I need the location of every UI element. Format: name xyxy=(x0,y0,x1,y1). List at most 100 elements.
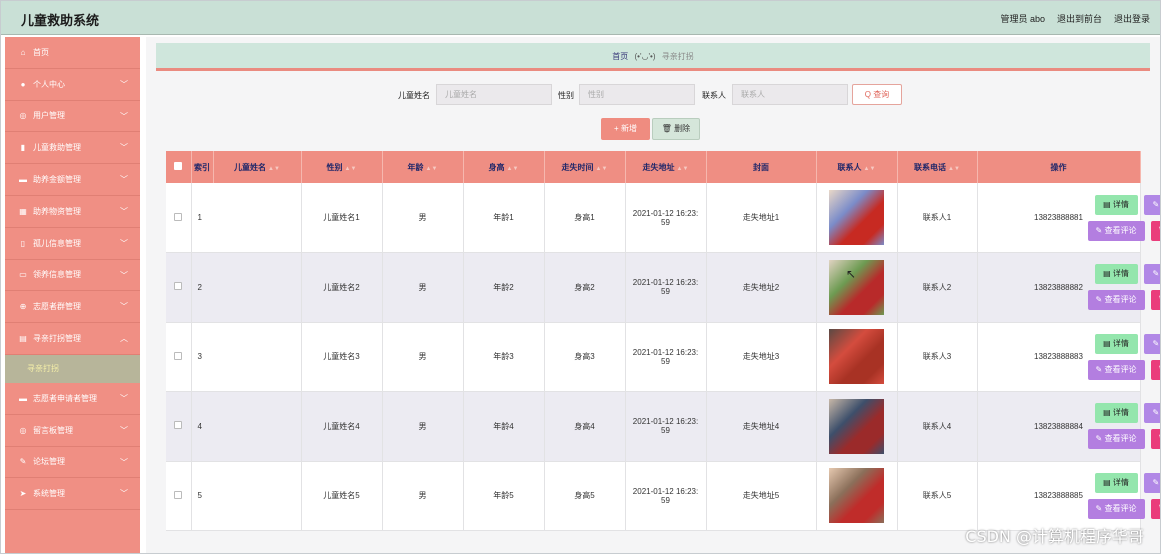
view-comments-button[interactable]: ✎ 查看评论 xyxy=(1087,220,1145,241)
sort-icon[interactable]: ▲▼ xyxy=(426,166,438,172)
sidebar-item-8[interactable]: ⊕ 志愿者群管理 ﹀ xyxy=(5,291,140,324)
sidebar-item-0[interactable]: ⌂ 首页 xyxy=(5,37,140,69)
cell-child-name-value: 儿童姓名5 xyxy=(323,491,360,501)
cell-age: 年龄1 xyxy=(463,183,545,253)
view-comments-button[interactable]: ✎ 查看评论 xyxy=(1087,290,1145,311)
column-header[interactable]: 索引 xyxy=(191,151,214,183)
delete-button[interactable]: 🗑 删除 xyxy=(1150,429,1160,450)
view-comments-button[interactable]: ✎ 查看评论 xyxy=(1087,498,1145,519)
cell-index: 1 xyxy=(191,183,302,253)
sort-icon[interactable]: ▲▼ xyxy=(864,166,876,172)
sidebar-item-1[interactable]: ● 个人中心 ﹀ xyxy=(5,69,140,101)
view-comments-button[interactable]: ✎ 查看评论 xyxy=(1087,359,1145,380)
sort-icon[interactable]: ▲▼ xyxy=(345,166,357,172)
row-select-cell[interactable] xyxy=(166,252,192,323)
row-checkbox[interactable] xyxy=(174,490,183,499)
home-icon: ⌂ xyxy=(20,47,26,57)
sidebar-subitem-active[interactable]: 寻亲打拐 xyxy=(5,354,140,383)
detail-button[interactable]: ▤ 详情 xyxy=(1094,333,1138,354)
edit-button[interactable]: ✎ 修改 xyxy=(1143,333,1160,354)
column-header[interactable]: 儿童姓名 ▲▼ xyxy=(213,151,302,183)
lost-time-date: 2021-01-12 16:23: xyxy=(632,486,699,496)
logout-link[interactable]: 退出登录 xyxy=(1114,12,1150,25)
query-button[interactable]: Q 查询 xyxy=(852,84,902,105)
batch-delete-button[interactable]: 🗑 删除 xyxy=(652,118,700,140)
operation-row: ✎ 查看评论 🗑 删除 xyxy=(1087,429,1160,450)
column-header[interactable]: 联系电话 ▲▼ xyxy=(897,151,978,183)
sidebar-item-after-3[interactable]: ➤ 系统管理 ﹀ xyxy=(5,478,140,511)
sidebar-item-2[interactable]: ◎ 用户管理 ﹀ xyxy=(5,101,140,133)
column-header[interactable]: 性别 ▲▼ xyxy=(301,151,383,183)
column-header-label: 儿童姓名 xyxy=(234,162,267,172)
view-comments-button[interactable]: ✎ 查看评论 xyxy=(1087,429,1145,450)
row-checkbox[interactable] xyxy=(174,282,183,291)
phone-value: 13823888885 xyxy=(1034,491,1083,501)
gender-input[interactable]: 性别 xyxy=(579,84,695,105)
phone-value: 13823888883 xyxy=(1034,352,1083,362)
cover-photo[interactable] xyxy=(829,259,884,315)
select-all-cell[interactable] xyxy=(166,151,192,183)
detail-button[interactable]: ▤ 详情 xyxy=(1094,194,1138,215)
sidebar-item-after-2[interactable]: ✎ 论坛管理 ﹀ xyxy=(5,447,140,479)
row-select-cell[interactable] xyxy=(166,391,192,462)
add-button[interactable]: + 新增 xyxy=(601,118,650,140)
sort-icon[interactable]: ▲▼ xyxy=(268,166,280,172)
delete-button[interactable]: 🗑 删除 xyxy=(1150,359,1160,380)
sort-icon[interactable]: ▲▼ xyxy=(677,166,689,172)
select-all-checkbox[interactable] xyxy=(174,162,183,170)
cover-photo[interactable] xyxy=(829,398,884,454)
cell-lost-address: 走失地址2 xyxy=(706,252,817,323)
cover-photo[interactable] xyxy=(829,329,884,385)
contact-input[interactable]: 联系人 xyxy=(732,84,848,105)
cell-gender-value: 男 xyxy=(418,352,427,362)
column-header[interactable]: 走失时间 ▲▼ xyxy=(544,151,626,183)
sidebar-item-9[interactable]: ▤ 寻亲打拐管理 ︿ xyxy=(5,323,140,355)
column-header[interactable]: 走失地址 ▲▼ xyxy=(625,151,707,183)
cell-lost-address: 走失地址1 xyxy=(706,183,817,253)
money-icon: ▬ xyxy=(19,175,27,185)
row-checkbox[interactable] xyxy=(174,421,183,430)
column-header[interactable]: 身高 ▲▼ xyxy=(463,151,545,183)
delete-button[interactable]: 🗑 删除 xyxy=(1150,290,1160,311)
delete-button[interactable]: 🗑 删除 xyxy=(1150,220,1160,241)
edit-button[interactable]: ✎ 修改 xyxy=(1143,403,1160,424)
sidebar-item-7[interactable]: ▭ 领养信息管理 ﹀ xyxy=(5,260,140,292)
sidebar-item-after-0[interactable]: ▬ 志愿者申请者管理 ﹀ xyxy=(5,383,140,415)
detail-button[interactable]: ▤ 详情 xyxy=(1094,472,1138,493)
cover-photo[interactable] xyxy=(829,468,884,524)
row-checkbox[interactable] xyxy=(174,351,183,360)
row-checkbox[interactable] xyxy=(174,212,183,221)
column-header[interactable]: 联系人 ▲▼ xyxy=(816,151,898,183)
sort-icon[interactable]: ▲▼ xyxy=(596,166,608,172)
sidebar-item-4[interactable]: ▬ 助养金额管理 ﹀ xyxy=(5,164,140,196)
row-select-cell[interactable] xyxy=(166,322,192,392)
sidebar-item-after-1[interactable]: ◎ 留言板管理 ﹀ xyxy=(5,415,140,447)
child-name-input[interactable]: 儿童姓名 xyxy=(436,84,552,105)
detail-button[interactable]: ▤ 详情 xyxy=(1094,403,1138,424)
row-select-cell[interactable] xyxy=(166,183,192,253)
column-header-label: 年龄 xyxy=(407,162,424,172)
edit-button[interactable]: ✎ 修改 xyxy=(1143,194,1160,215)
gender-label: 性别 xyxy=(558,91,574,100)
lost-address-value: 走失地址5 xyxy=(742,491,780,501)
sort-icon[interactable]: ▲▼ xyxy=(507,166,519,172)
detail-button[interactable]: ▤ 详情 xyxy=(1094,264,1138,285)
sidebar-item-5[interactable]: ▦ 助养物资管理 ﹀ xyxy=(5,196,140,228)
sidebar-item-6[interactable]: ▯ 孤儿信息管理 ﹀ xyxy=(5,228,140,260)
table-row: 1 儿童姓名1 男 年龄1 身高1 2021-01-12 16:23: 59 走失地址1 联系人… xyxy=(166,183,1160,253)
column-header[interactable]: 年龄 ▲▼ xyxy=(382,151,464,183)
sort-icon[interactable]: ▲▼ xyxy=(948,166,960,172)
cell-age: 年龄4 xyxy=(463,391,545,462)
lost-time-seconds: 59 xyxy=(661,356,670,366)
column-header[interactable]: 封面 xyxy=(706,151,817,183)
exit-to-front-link[interactable]: 退出到前台 xyxy=(1057,12,1102,25)
delete-button[interactable]: 🗑 删除 xyxy=(1150,498,1160,519)
cell-phone: 13823888885 xyxy=(977,461,1141,531)
search-form: 儿童姓名 儿童姓名 性别 性别 联系人 联系人 Q 查询 xyxy=(146,83,1160,107)
sidebar-item-3[interactable]: ▮ 儿童救助管理 ﹀ xyxy=(5,132,140,165)
row-select-cell[interactable] xyxy=(166,461,192,531)
edit-button[interactable]: ✎ 修改 xyxy=(1143,264,1160,285)
edit-button[interactable]: ✎ 修改 xyxy=(1143,472,1160,493)
breadcrumb-home[interactable]: 首页 xyxy=(612,52,628,61)
cover-photo[interactable] xyxy=(829,190,884,245)
